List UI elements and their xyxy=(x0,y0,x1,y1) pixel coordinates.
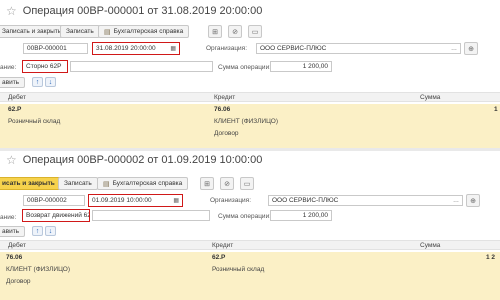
column-credit: Кредит xyxy=(212,242,234,249)
content-field[interactable]: Возврат движений 62Р xyxy=(22,209,90,222)
organization-label: Организация: xyxy=(210,197,252,204)
table-row[interactable]: Договор xyxy=(0,128,500,140)
content-field-ext[interactable] xyxy=(70,61,213,72)
number-field[interactable]: 00ВР-000001 xyxy=(23,43,88,54)
column-debit: Дебет xyxy=(8,94,26,101)
column-debit: Дебет xyxy=(8,242,26,249)
structure-icon[interactable]: ⊞ xyxy=(200,177,214,190)
window-title-text: Операция 00ВР-000001 от 31.08.2019 20:00… xyxy=(22,5,263,17)
window-title-text: Операция 00ВР-000002 от 01.09.2019 10:00… xyxy=(22,154,263,166)
column-sum: Сумма xyxy=(420,242,441,249)
write-and-close-button[interactable]: Записать и закрыть xyxy=(0,25,68,38)
move-down-icon[interactable]: ↓ xyxy=(45,226,56,236)
window-title-2: ☆ Операция 00ВР-000002 от 01.09.2019 10:… xyxy=(6,154,262,166)
organization-field[interactable]: ООО СЕРВИС-ПЛЮС… xyxy=(268,195,463,206)
move-up-icon[interactable]: ↑ xyxy=(32,226,43,236)
print-icon[interactable]: ▭ xyxy=(240,177,254,190)
add-row-button[interactable]: авить xyxy=(0,226,26,237)
window-divider xyxy=(0,148,500,151)
table-row[interactable]: 76.06 62.Р 1 2 xyxy=(0,252,500,264)
organization-label: Организация: xyxy=(206,45,248,52)
calendar-icon[interactable]: ▦ xyxy=(170,43,176,54)
favorite-star-icon[interactable]: ☆ xyxy=(6,5,17,17)
select-icon[interactable]: … xyxy=(451,44,457,53)
table-header: Дебет Кредит Сумма xyxy=(0,240,500,250)
content-label: ание: xyxy=(0,64,17,71)
open-link-icon[interactable]: ⊕ xyxy=(466,194,480,207)
move-up-icon[interactable]: ↑ xyxy=(32,77,43,87)
content-label: ание: xyxy=(0,214,17,221)
write-and-close-button[interactable]: исать и закрыть xyxy=(0,177,61,190)
accounting-report-button[interactable]: ▤ Бухгалтерская справка xyxy=(97,177,189,190)
date-field[interactable]: 01.09.2019 10:00:00 ▦ xyxy=(88,194,183,207)
table-header: Дебет Кредит Сумма xyxy=(0,92,500,102)
sum-label: Сумма операции: xyxy=(218,213,271,220)
organization-field[interactable]: ООО СЕРВИС-ПЛЮС… xyxy=(256,43,461,54)
column-sum: Сумма xyxy=(420,94,441,101)
content-field-ext[interactable] xyxy=(92,210,210,221)
calendar-icon[interactable]: ▦ xyxy=(173,195,179,206)
favorite-star-icon[interactable]: ☆ xyxy=(6,154,17,166)
attachment-icon[interactable]: ⊘ xyxy=(220,177,234,190)
sum-label: Сумма операции: xyxy=(218,64,271,71)
content-field[interactable]: Сторно 62Р xyxy=(22,60,68,73)
column-credit: Кредит xyxy=(214,94,236,101)
sum-field[interactable]: 1 200,00 xyxy=(270,210,332,221)
attachment-icon[interactable]: ⊘ xyxy=(228,25,242,38)
report-icon: ▤ xyxy=(103,180,110,188)
number-field[interactable]: 00ВР-000002 xyxy=(23,195,85,206)
report-icon: ▤ xyxy=(104,28,111,36)
table-row-partial xyxy=(0,140,500,148)
save-button[interactable]: Записать xyxy=(58,177,98,190)
accounting-report-button[interactable]: ▤ Бухгалтерская справка xyxy=(98,25,190,38)
table-row-partial xyxy=(0,288,500,300)
sum-field[interactable]: 1 200,00 xyxy=(270,61,332,72)
structure-icon[interactable]: ⊞ xyxy=(208,25,222,38)
select-icon[interactable]: … xyxy=(453,196,459,205)
window-title-1: ☆ Операция 00ВР-000001 от 31.08.2019 20:… xyxy=(6,5,262,17)
table-row[interactable]: Договор xyxy=(0,276,500,288)
save-button[interactable]: Записать xyxy=(60,25,100,38)
open-link-icon[interactable]: ⊕ xyxy=(464,42,478,55)
table-row[interactable]: Розничный склад КЛИЕНТ (ФИЗЛИЦО) xyxy=(0,116,500,128)
table-row[interactable]: 62.Р 76.06 1 xyxy=(0,104,500,116)
date-field[interactable]: 31.08.2019 20:00:00 ▦ xyxy=(92,42,180,55)
table-row[interactable]: КЛИЕНТ (ФИЗЛИЦО) Розничный склад xyxy=(0,264,500,276)
move-down-icon[interactable]: ↓ xyxy=(45,77,56,87)
add-row-button[interactable]: авить xyxy=(0,77,26,88)
print-icon[interactable]: ▭ xyxy=(248,25,262,38)
